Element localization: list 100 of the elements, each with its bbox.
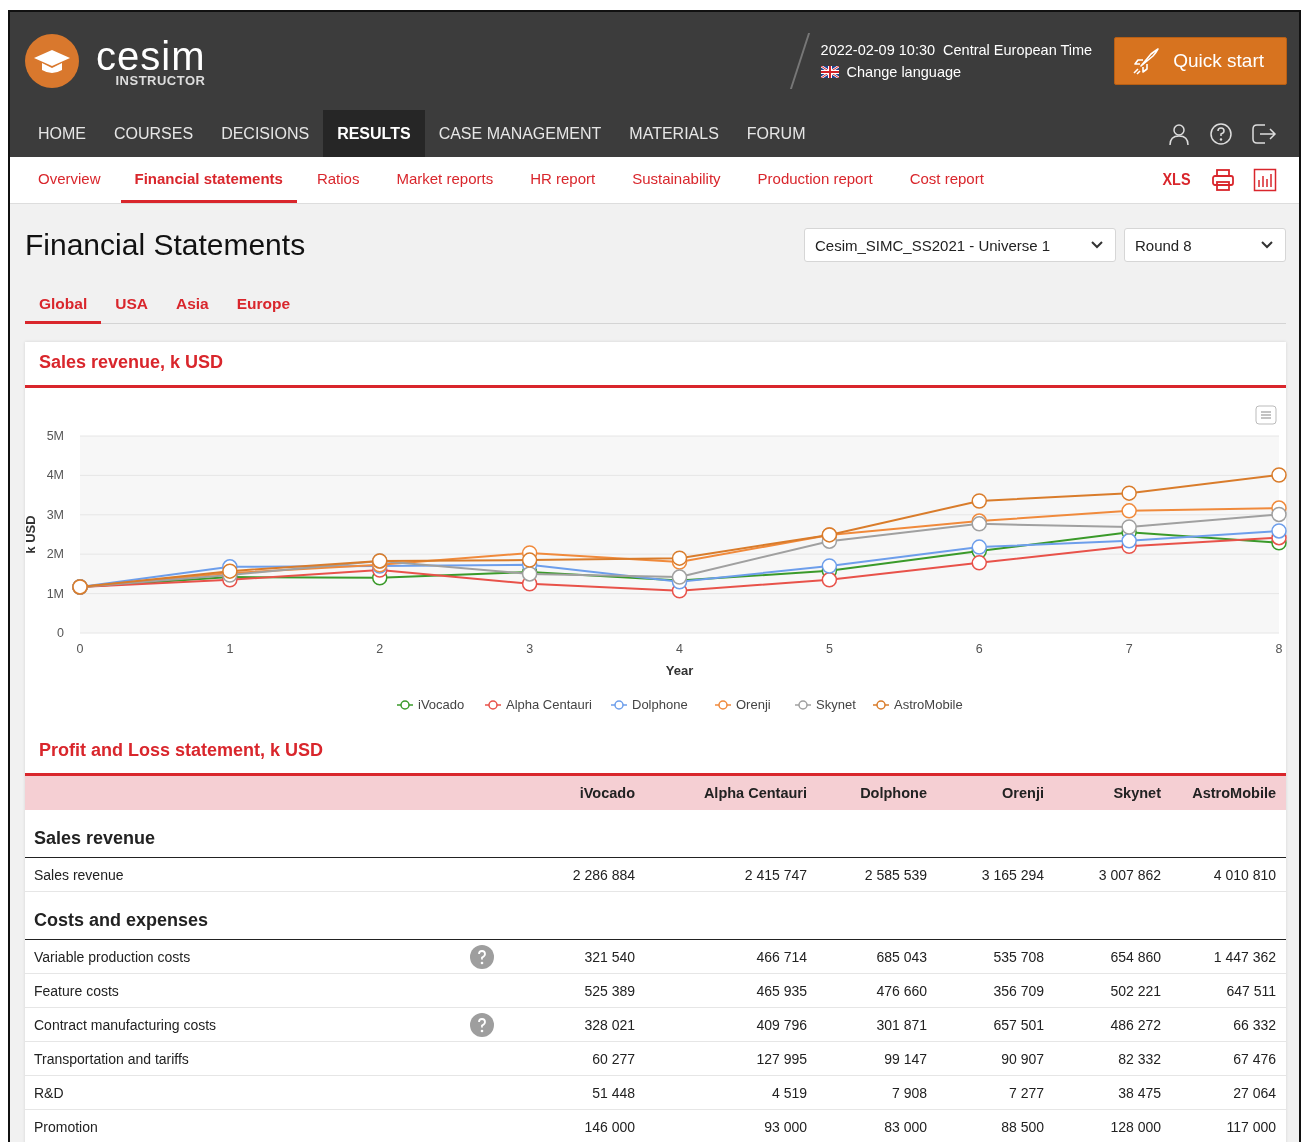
sub-nav-tab[interactable]: Production report [741,157,889,203]
table-cell: 51 448 [500,1075,645,1110]
round-dropdown[interactable]: Round 8 [1124,228,1286,262]
x-axis-tick-label: 3 [526,642,534,656]
table-cell: 657 501 [937,1007,1054,1042]
region-tab[interactable]: Asia [161,286,223,324]
main-nav-item[interactable]: COURSES [100,110,208,157]
x-axis-title: Year [665,663,694,678]
column-header: Alpha Centauri [645,776,817,810]
table-cell: 66 332 [1171,1007,1286,1042]
sub-nav-tab[interactable]: Financial statements [120,157,297,203]
sub-nav-tab[interactable]: Overview [10,157,115,203]
logo-wordmark: cesim [96,35,206,76]
table-cell: 409 796 [645,1007,817,1042]
legend-label: Alpha Centauri [506,697,593,712]
region-tab[interactable]: Europe [222,286,305,324]
card-title: Sales revenue, k USD [25,342,1286,388]
user-icon[interactable] [1167,121,1191,146]
flag-icon [820,66,839,78]
legend-item[interactable]: Alpha Centauri [484,697,592,712]
x-axis-tick-label: 7 [1125,642,1133,656]
table-cell: 356 709 [937,973,1054,1008]
print-icon[interactable] [1211,168,1235,192]
row-label: R&D [25,1075,470,1110]
legend-label: Orenji [736,697,771,712]
legend-item[interactable]: iVocado [396,697,465,712]
change-language-link[interactable]: Change language [846,64,962,80]
sub-nav-tab[interactable]: Ratios [300,157,376,203]
table-cell: 466 714 [645,939,817,974]
table-cell: 2 286 884 [500,857,645,892]
table-cell: 301 871 [817,1007,937,1042]
table-cell: 128 000 [1054,1109,1171,1142]
main-nav-item[interactable]: FORUM [732,110,820,157]
legend-item[interactable]: Orenji [714,697,771,712]
table-cell: 38 475 [1054,1075,1171,1110]
main-nav-item[interactable]: DECISIONS [207,110,324,157]
legend-label: Dolphone [632,697,688,712]
table-cell: 535 708 [937,939,1054,974]
table-cell: 7 277 [937,1075,1054,1110]
table-cell: 83 000 [817,1109,937,1142]
bar-chart-icon[interactable] [1253,168,1277,192]
table-cell: 99 147 [817,1041,937,1076]
column-header: iVocado [500,776,645,810]
point [671,569,688,585]
table-cell: 476 660 [817,973,937,1008]
universe-dropdown[interactable]: Cesim_SIMC_SS2021 - Universe 1 [804,228,1116,262]
table-cell: 3 165 294 [937,857,1054,892]
region-tab[interactable]: Global [25,286,102,324]
table-cell: 328 021 [500,1007,645,1042]
y-axis-tick-label: 5M [46,429,64,443]
region-tab[interactable]: USA [101,286,162,324]
y-axis-tick-label: 1M [46,586,64,601]
x-axis-tick-label: 8 [1275,642,1283,656]
logout-icon[interactable] [1251,121,1277,146]
main-nav-item[interactable]: CASE MANAGEMENT [424,110,616,157]
table-cell: 67 476 [1171,1041,1286,1076]
y-axis-tick-label: 4M [46,468,64,483]
sub-nav-tab[interactable]: Cost report [893,157,1000,203]
table-cell: 2 585 539 [817,857,937,892]
column-header: Orenji [937,776,1054,810]
legend-item[interactable]: Skynet [794,697,856,712]
graduation-cap-logo-icon [24,33,80,89]
table-cell: 321 540 [500,939,645,974]
point [1121,485,1137,501]
y-axis-tick-label: 3M [46,507,64,522]
x-axis-tick-label: 4 [676,642,683,656]
legend-label: Skynet [816,697,857,712]
table-cell: 117 000 [1171,1109,1286,1142]
point [1271,523,1287,539]
table-cell: 654 860 [1054,939,1171,974]
legend-label: iVocado [418,697,465,712]
legend-label: AstroMobile [894,697,963,712]
point [521,552,538,568]
point [971,555,987,571]
sub-nav-tab[interactable]: Market reports [380,157,510,203]
sub-nav-tab[interactable]: HR report [514,157,612,203]
section-heading: Sales revenue [34,828,156,848]
x-axis-tick-label: 1 [226,642,234,656]
logo-subtitle: INSTRUCTOR [115,73,206,87]
column-header: AstroMobile [1171,776,1286,810]
table-cell: 525 389 [500,973,645,1008]
xls-export-link[interactable]: XLS [1162,170,1191,190]
main-nav-item[interactable]: RESULTS [323,110,425,157]
y-axis-tick-label: 0 [57,626,64,640]
table-cell: 82 332 [1054,1041,1171,1076]
page-title: Financial Statements [25,228,306,262]
x-axis-tick-label: 6 [975,642,983,656]
sub-nav-tab[interactable]: Sustainability [616,157,737,203]
help-icon[interactable] [1209,121,1233,146]
point [671,550,688,566]
point [1271,467,1287,483]
row-label: Promotion [25,1109,470,1142]
legend-item[interactable]: Dolphone [610,697,688,712]
point [1121,533,1137,549]
column-header: Dolphone [817,776,937,810]
main-nav-item[interactable]: MATERIALS [615,110,733,157]
legend-item[interactable]: AstroMobile [872,697,963,712]
row-label: Feature costs [25,973,470,1008]
point [1121,519,1137,535]
main-nav-item[interactable]: HOME [10,110,100,157]
